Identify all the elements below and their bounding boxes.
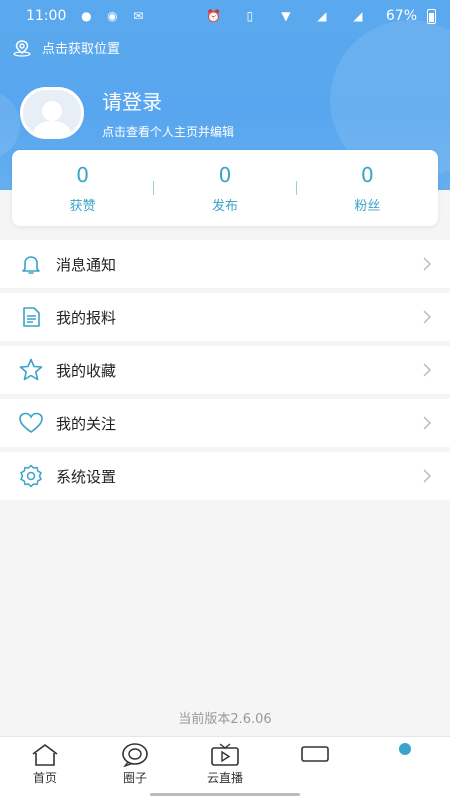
status-time: 11:00 — [26, 8, 67, 24]
stat-label: 获赞 — [69, 198, 96, 214]
profile-dot-icon — [399, 743, 411, 755]
menu-item-my-reports[interactable]: 我的报料 — [0, 293, 450, 341]
home-indicator — [150, 793, 300, 796]
chevron-right-icon — [423, 310, 432, 324]
heart-icon — [18, 410, 44, 436]
chat-icon — [122, 743, 148, 767]
stat-likes[interactable]: 0 获赞 — [12, 163, 153, 214]
login-title[interactable]: 请登录 — [102, 86, 234, 115]
mail-icon: ✉ — [133, 9, 144, 23]
menu-item-label: 消息通知 — [56, 255, 117, 274]
tab-label: 云直播 — [206, 771, 243, 785]
menu-item-following[interactable]: 我的关注 — [0, 399, 450, 447]
stat-value: 0 — [218, 162, 232, 187]
menu-item-system-settings[interactable]: 系统设置 — [0, 452, 450, 500]
stat-label: 粉丝 — [354, 198, 381, 214]
bell-icon — [18, 251, 44, 277]
profile-login[interactable]: 请登录 点击查看个人主页并编辑 — [20, 86, 234, 140]
tab-label: 首页 — [32, 771, 57, 785]
location-label: 点击获取位置 — [42, 42, 121, 57]
tab-cloud-live[interactable]: 云直播 — [180, 737, 270, 800]
tab-profile[interactable] — [360, 737, 450, 800]
stat-value: 0 — [76, 162, 90, 187]
stat-label: 发布 — [211, 198, 238, 214]
tv-icon — [211, 743, 239, 766]
menu-item-notifications[interactable]: 消息通知 — [0, 240, 450, 288]
stat-posts[interactable]: 0 发布 — [154, 163, 295, 214]
document-icon — [18, 304, 44, 330]
menu-item-label: 我的报料 — [56, 308, 117, 327]
location-pin-icon — [13, 39, 31, 57]
menu-item-favorites[interactable]: 我的收藏 — [0, 346, 450, 394]
bottom-tab-bar: 首页 圈子 云直播 — [0, 736, 450, 800]
menu-item-label: 我的收藏 — [56, 361, 117, 380]
chevron-right-icon — [423, 416, 432, 430]
gear-icon — [18, 463, 44, 489]
stats-card: 0 获赞 0 发布 0 粉丝 — [12, 150, 438, 226]
avatar[interactable] — [20, 87, 84, 139]
tab-circle[interactable]: 圈子 — [90, 737, 180, 800]
wifi-icon: ▼ — [281, 9, 291, 23]
star-icon — [18, 357, 44, 383]
chevron-right-icon — [423, 363, 432, 377]
battery-percent: 67% — [385, 8, 417, 24]
login-subtitle: 点击查看个人主页并编辑 — [102, 125, 235, 139]
get-location-button[interactable]: 点击获取位置 — [12, 38, 120, 57]
signal-icon-2: ◢ — [353, 9, 363, 23]
battery-icon — [427, 8, 436, 24]
tab-label: 圈子 — [122, 771, 147, 785]
app-version: 当前版本2.6.06 — [178, 712, 272, 727]
message-icon: ● — [81, 9, 92, 23]
status-bar: 11:00 ● ◉ ✉ ⏰ ▯ ▼ ◢ ◢ 67% — [0, 0, 450, 32]
stat-fans[interactable]: 0 粉丝 — [297, 163, 438, 214]
user-icon — [32, 101, 72, 136]
menu-item-label: 系统设置 — [56, 467, 117, 486]
alarm-icon: ⏰ — [206, 9, 222, 23]
tab-placeholder[interactable] — [270, 737, 360, 800]
chevron-right-icon — [423, 257, 432, 271]
vibrate-icon: ▯ — [246, 9, 254, 23]
signal-icon: ◢ — [317, 9, 327, 23]
weibo-icon: ◉ — [107, 9, 118, 23]
stat-value: 0 — [360, 162, 374, 187]
home-icon — [32, 744, 58, 766]
settings-menu: 消息通知 我的报料 我的收藏 我的关注 系统设置 — [0, 240, 450, 505]
menu-item-label: 我的关注 — [56, 414, 117, 433]
tab-home[interactable]: 首页 — [0, 737, 90, 800]
chevron-right-icon — [423, 469, 432, 483]
tab-icon — [301, 746, 329, 762]
